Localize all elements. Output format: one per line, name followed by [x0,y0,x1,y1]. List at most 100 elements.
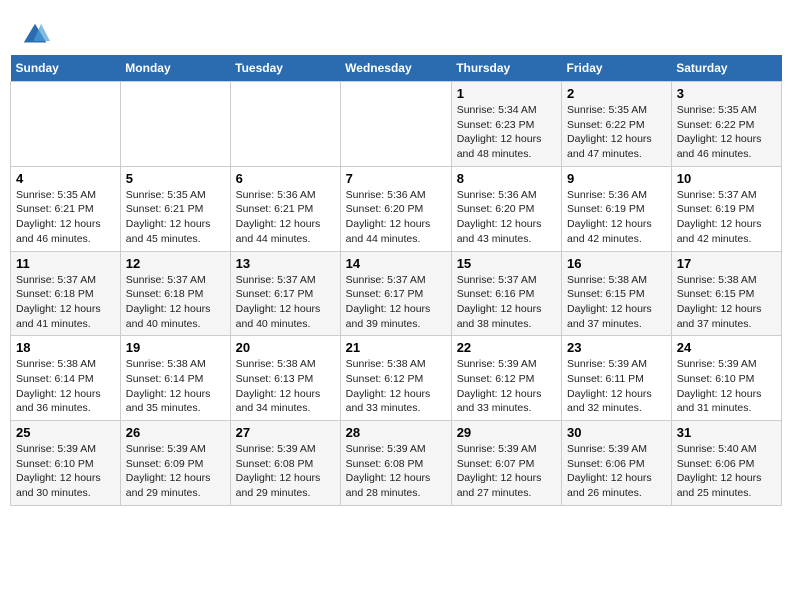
calendar-day-cell: 6 Sunrise: 5:36 AM Sunset: 6:21 PM Daylig… [230,166,340,251]
day-number: 29 [457,425,556,440]
day-number: 12 [126,256,225,271]
day-number: 15 [457,256,556,271]
calendar-week-row: 18 Sunrise: 5:38 AM Sunset: 6:14 PM Dayli… [11,336,782,421]
day-number: 28 [346,425,446,440]
calendar-day-cell: 8Sunrise: 5:36 AM Sunset: 6:20 PM Daylig… [451,166,561,251]
day-number: 19 [126,340,225,355]
calendar-day-cell: 25 Sunrise: 5:39 AM Sunset: 6:10 PM Dayli… [11,421,121,506]
day-number: 20 [236,340,335,355]
calendar-day-cell: 13 Sunrise: 5:37 AM Sunset: 6:17 PM Dayli… [230,251,340,336]
calendar-day-cell: 26 Sunrise: 5:39 AM Sunset: 6:09 PM Dayli… [120,421,230,506]
day-number: 13 [236,256,335,271]
calendar-day-cell: 22Sunrise: 5:39 AM Sunset: 6:12 PM Dayli… [451,336,561,421]
day-number: 14 [346,256,446,271]
day-number: 16 [567,256,666,271]
day-info: Sunrise: 5:38 AM Sunset: 6:12 PM Dayligh… [346,357,446,416]
calendar-week-row: 4Sunrise: 5:35 AM Sunset: 6:21 PM Daylig… [11,166,782,251]
day-info: Sunrise: 5:36 AM Sunset: 6:21 PM Dayligh… [236,188,335,247]
calendar-day-cell [230,82,340,167]
day-info: Sunrise: 5:39 AM Sunset: 6:11 PM Dayligh… [567,357,666,416]
day-info: Sunrise: 5:38 AM Sunset: 6:14 PM Dayligh… [16,357,115,416]
day-info: Sunrise: 5:35 AM Sunset: 6:22 PM Dayligh… [567,103,666,162]
day-number: 23 [567,340,666,355]
calendar-day-cell: 27 Sunrise: 5:39 AM Sunset: 6:08 PM Dayli… [230,421,340,506]
calendar-day-cell: 16 Sunrise: 5:38 AM Sunset: 6:15 PM Dayli… [562,251,672,336]
calendar-day-cell [340,82,451,167]
day-info: Sunrise: 5:39 AM Sunset: 6:08 PM Dayligh… [346,442,446,501]
weekday-header: Friday [562,55,672,82]
calendar-day-cell: 3Sunrise: 5:35 AM Sunset: 6:22 PM Daylig… [671,82,781,167]
weekday-header: Sunday [11,55,121,82]
calendar-day-cell: 12 Sunrise: 5:37 AM Sunset: 6:18 PM Dayli… [120,251,230,336]
weekday-header: Wednesday [340,55,451,82]
day-info: Sunrise: 5:38 AM Sunset: 6:15 PM Dayligh… [567,273,666,332]
day-number: 3 [677,86,776,101]
day-number: 18 [16,340,115,355]
day-number: 27 [236,425,335,440]
day-info: Sunrise: 5:39 AM Sunset: 6:10 PM Dayligh… [16,442,115,501]
logo [20,20,54,50]
calendar-day-cell [11,82,121,167]
day-info: Sunrise: 5:39 AM Sunset: 6:08 PM Dayligh… [236,442,335,501]
calendar-day-cell: 2 Sunrise: 5:35 AM Sunset: 6:22 PM Daylig… [562,82,672,167]
day-info: Sunrise: 5:36 AM Sunset: 6:20 PM Dayligh… [457,188,556,247]
logo-icon [20,20,50,50]
day-info: Sunrise: 5:37 AM Sunset: 6:18 PM Dayligh… [126,273,225,332]
day-info: Sunrise: 5:40 AM Sunset: 6:06 PM Dayligh… [677,442,776,501]
day-info: Sunrise: 5:38 AM Sunset: 6:14 PM Dayligh… [126,357,225,416]
calendar-day-cell: 23 Sunrise: 5:39 AM Sunset: 6:11 PM Dayli… [562,336,672,421]
weekday-header-row: SundayMondayTuesdayWednesdayThursdayFrid… [11,55,782,82]
day-info: Sunrise: 5:37 AM Sunset: 6:18 PM Dayligh… [16,273,115,332]
calendar-day-cell: 4Sunrise: 5:35 AM Sunset: 6:21 PM Daylig… [11,166,121,251]
day-info: Sunrise: 5:39 AM Sunset: 6:10 PM Dayligh… [677,357,776,416]
day-info: Sunrise: 5:38 AM Sunset: 6:15 PM Dayligh… [677,273,776,332]
day-number: 10 [677,171,776,186]
calendar-week-row: 11 Sunrise: 5:37 AM Sunset: 6:18 PM Dayli… [11,251,782,336]
day-number: 21 [346,340,446,355]
calendar-day-cell: 30 Sunrise: 5:39 AM Sunset: 6:06 PM Dayli… [562,421,672,506]
day-info: Sunrise: 5:39 AM Sunset: 6:06 PM Dayligh… [567,442,666,501]
day-info: Sunrise: 5:36 AM Sunset: 6:20 PM Dayligh… [346,188,446,247]
day-number: 9 [567,171,666,186]
day-number: 26 [126,425,225,440]
weekday-header: Monday [120,55,230,82]
calendar-day-cell: 19 Sunrise: 5:38 AM Sunset: 6:14 PM Dayli… [120,336,230,421]
calendar-day-cell: 18 Sunrise: 5:38 AM Sunset: 6:14 PM Dayli… [11,336,121,421]
day-info: Sunrise: 5:37 AM Sunset: 6:17 PM Dayligh… [236,273,335,332]
calendar-day-cell: 14 Sunrise: 5:37 AM Sunset: 6:17 PM Dayli… [340,251,451,336]
day-info: Sunrise: 5:38 AM Sunset: 6:13 PM Dayligh… [236,357,335,416]
calendar-table: SundayMondayTuesdayWednesdayThursdayFrid… [10,55,782,506]
calendar-day-cell: 20 Sunrise: 5:38 AM Sunset: 6:13 PM Dayli… [230,336,340,421]
day-info: Sunrise: 5:35 AM Sunset: 6:21 PM Dayligh… [16,188,115,247]
day-info: Sunrise: 5:36 AM Sunset: 6:19 PM Dayligh… [567,188,666,247]
day-number: 5 [126,171,225,186]
calendar-day-cell: 17 Sunrise: 5:38 AM Sunset: 6:15 PM Dayli… [671,251,781,336]
day-number: 30 [567,425,666,440]
calendar-day-cell: 15 Sunrise: 5:37 AM Sunset: 6:16 PM Dayli… [451,251,561,336]
day-number: 6 [236,171,335,186]
calendar-day-cell: 21 Sunrise: 5:38 AM Sunset: 6:12 PM Dayli… [340,336,451,421]
day-info: Sunrise: 5:37 AM Sunset: 6:19 PM Dayligh… [677,188,776,247]
weekday-header: Thursday [451,55,561,82]
day-info: Sunrise: 5:37 AM Sunset: 6:17 PM Dayligh… [346,273,446,332]
calendar-day-cell: 28 Sunrise: 5:39 AM Sunset: 6:08 PM Dayli… [340,421,451,506]
day-number: 2 [567,86,666,101]
calendar-day-cell: 29 Sunrise: 5:39 AM Sunset: 6:07 PM Dayli… [451,421,561,506]
page-header [10,10,782,55]
day-info: Sunrise: 5:35 AM Sunset: 6:21 PM Dayligh… [126,188,225,247]
day-number: 25 [16,425,115,440]
day-number: 11 [16,256,115,271]
day-number: 1 [457,86,556,101]
day-number: 7 [346,171,446,186]
day-info: Sunrise: 5:39 AM Sunset: 6:07 PM Dayligh… [457,442,556,501]
calendar-week-row: 25 Sunrise: 5:39 AM Sunset: 6:10 PM Dayli… [11,421,782,506]
calendar-day-cell: 24Sunrise: 5:39 AM Sunset: 6:10 PM Dayli… [671,336,781,421]
day-number: 17 [677,256,776,271]
weekday-header: Saturday [671,55,781,82]
calendar-day-cell: 7 Sunrise: 5:36 AM Sunset: 6:20 PM Daylig… [340,166,451,251]
day-info: Sunrise: 5:37 AM Sunset: 6:16 PM Dayligh… [457,273,556,332]
day-number: 22 [457,340,556,355]
calendar-week-row: 1Sunrise: 5:34 AM Sunset: 6:23 PM Daylig… [11,82,782,167]
day-info: Sunrise: 5:39 AM Sunset: 6:09 PM Dayligh… [126,442,225,501]
calendar-day-cell: 5 Sunrise: 5:35 AM Sunset: 6:21 PM Daylig… [120,166,230,251]
